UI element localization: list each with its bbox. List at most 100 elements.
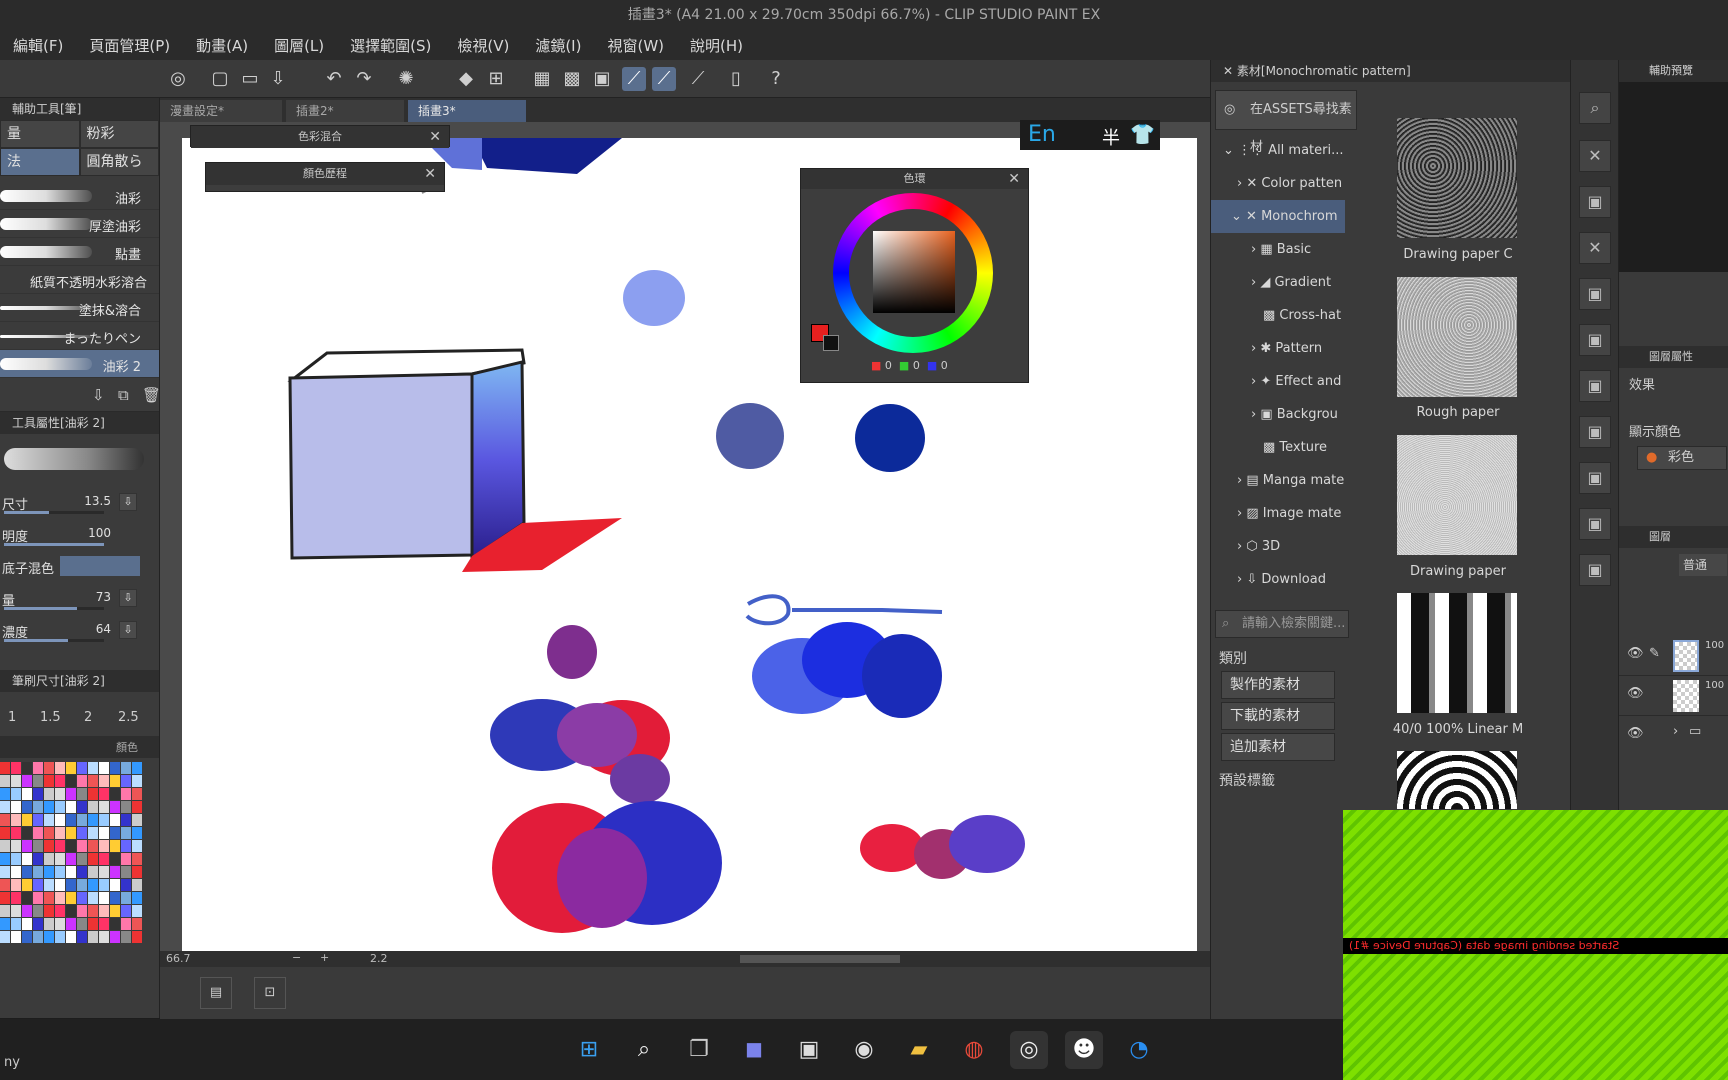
palette-swatch[interactable]: [88, 931, 98, 943]
tree-color-pattern[interactable]: › ✕ Color patten: [1211, 167, 1345, 200]
palette-swatch[interactable]: [11, 931, 21, 943]
start-icon[interactable]: ⊞: [570, 1031, 608, 1069]
palette-swatch[interactable]: [44, 879, 54, 891]
palette-swatch[interactable]: [77, 788, 87, 800]
palette-swatch[interactable]: [66, 840, 76, 852]
palette-swatch[interactable]: [99, 905, 109, 917]
palette-swatch[interactable]: [22, 853, 32, 865]
palette-swatch[interactable]: [55, 801, 65, 813]
palette-swatch[interactable]: [99, 879, 109, 891]
brush-size-option[interactable]: 1.5: [40, 710, 61, 725]
reference-icon[interactable]: ⊡: [254, 977, 286, 1009]
palette-swatch[interactable]: [110, 801, 120, 813]
palette-swatch[interactable]: [0, 931, 10, 943]
palette-swatch[interactable]: [132, 866, 142, 878]
palette-swatch[interactable]: [132, 853, 142, 865]
layout-icon[interactable]: ▤: [200, 977, 232, 1009]
palette-swatch[interactable]: [99, 892, 109, 904]
palette-swatch[interactable]: [55, 775, 65, 787]
palette-swatch[interactable]: [88, 775, 98, 787]
menu-selection[interactable]: 選擇範圍(S): [337, 35, 444, 56]
chevron-down-icon[interactable]: ⇩: [119, 493, 137, 511]
palette-swatch[interactable]: [33, 905, 43, 917]
layer-folder-row[interactable]: 👁 › ▭: [1619, 716, 1728, 756]
brush-size-option[interactable]: 2.5: [118, 710, 139, 725]
palette-swatch[interactable]: [66, 918, 76, 930]
palette-swatch[interactable]: [121, 918, 131, 930]
palette-swatch[interactable]: [11, 892, 21, 904]
palette-swatch[interactable]: [77, 814, 87, 826]
palette-swatch[interactable]: [132, 762, 142, 774]
palette-swatch[interactable]: [88, 801, 98, 813]
palette-swatch[interactable]: [110, 905, 120, 917]
palette-swatch[interactable]: [66, 775, 76, 787]
palette-swatch[interactable]: [11, 853, 21, 865]
tree-cross-hatch[interactable]: ▩ Cross-hat: [1211, 299, 1345, 332]
palette-swatch[interactable]: [99, 827, 109, 839]
close-icon[interactable]: ✕: [429, 126, 441, 148]
prop-mix[interactable]: 底子混色: [0, 550, 159, 582]
palette-swatch[interactable]: [11, 905, 21, 917]
palette-swatch[interactable]: [44, 931, 54, 943]
menu-view[interactable]: 檢視(V): [444, 35, 522, 56]
palette-swatch[interactable]: [33, 931, 43, 943]
palette-swatch[interactable]: [99, 788, 109, 800]
palette-swatch[interactable]: [99, 931, 109, 943]
palette-swatch[interactable]: [99, 840, 109, 852]
material-thumbnail[interactable]: [1397, 593, 1517, 713]
zoom-in-icon[interactable]: +: [320, 951, 329, 964]
palette-swatch[interactable]: [0, 775, 10, 787]
menu-window[interactable]: 視窗(W): [594, 35, 677, 56]
brush-size-option[interactable]: 1: [8, 710, 16, 725]
palette-swatch[interactable]: [44, 788, 54, 800]
tree-3d[interactable]: › ⬡ 3D: [1211, 530, 1345, 563]
palette-swatch[interactable]: [121, 931, 131, 943]
palette-swatch[interactable]: [88, 892, 98, 904]
palette-swatch[interactable]: [77, 853, 87, 865]
palette-swatch[interactable]: [11, 788, 21, 800]
palette-swatch[interactable]: [44, 814, 54, 826]
palette-swatch[interactable]: [11, 840, 21, 852]
menu-edit[interactable]: 編輯(F): [0, 35, 76, 56]
palette-swatch[interactable]: [99, 853, 109, 865]
undo-icon[interactable]: ↶: [322, 67, 346, 91]
palette-swatch[interactable]: [44, 918, 54, 930]
palette-swatch[interactable]: [11, 866, 21, 878]
close-icon[interactable]: ✕: [1008, 169, 1020, 189]
tree-image[interactable]: › ▨ Image mate: [1211, 497, 1345, 530]
prop-amount[interactable]: 量 73 ⇩: [0, 582, 159, 614]
chevron-right-icon[interactable]: ›: [1673, 724, 1678, 739]
palette-swatch[interactable]: [88, 840, 98, 852]
menu-filter[interactable]: 濾鏡(I): [522, 35, 594, 56]
palette-swatch[interactable]: [77, 918, 87, 930]
chrome-icon[interactable]: ◍: [955, 1031, 993, 1069]
palette-swatch[interactable]: [55, 853, 65, 865]
chevron-down-icon[interactable]: ⇩: [119, 589, 137, 607]
palette-swatch[interactable]: [33, 879, 43, 891]
palette-swatch[interactable]: [99, 775, 109, 787]
search-icon[interactable]: ⌕: [1579, 92, 1611, 124]
palette-swatch[interactable]: [22, 931, 32, 943]
palette-swatch[interactable]: [22, 762, 32, 774]
palette-swatch[interactable]: [110, 840, 120, 852]
palette-swatch[interactable]: [0, 801, 10, 813]
duplicate-icon[interactable]: ⧉: [118, 386, 129, 404]
selection-icon[interactable]: ▦: [530, 67, 554, 91]
palette-swatch[interactable]: [33, 827, 43, 839]
brush-item[interactable]: 塗抹&溶合: [0, 294, 159, 322]
palette-swatch[interactable]: [110, 866, 120, 878]
palette-swatch[interactable]: [0, 853, 10, 865]
palette-swatch[interactable]: [66, 931, 76, 943]
rotation-value[interactable]: 2.2: [370, 952, 388, 965]
palette-swatch[interactable]: [99, 918, 109, 930]
palette-swatch[interactable]: [132, 788, 142, 800]
palette-swatch[interactable]: [55, 788, 65, 800]
material-icon[interactable]: ▣: [1579, 508, 1611, 540]
palette-swatch[interactable]: [44, 762, 54, 774]
palette-swatch[interactable]: [44, 827, 54, 839]
palette-swatch[interactable]: [0, 866, 10, 878]
hue-ring[interactable]: [833, 193, 993, 353]
zoom-out-icon[interactable]: −: [292, 951, 301, 964]
palette-swatch[interactable]: [22, 775, 32, 787]
palette-swatch[interactable]: [121, 801, 131, 813]
